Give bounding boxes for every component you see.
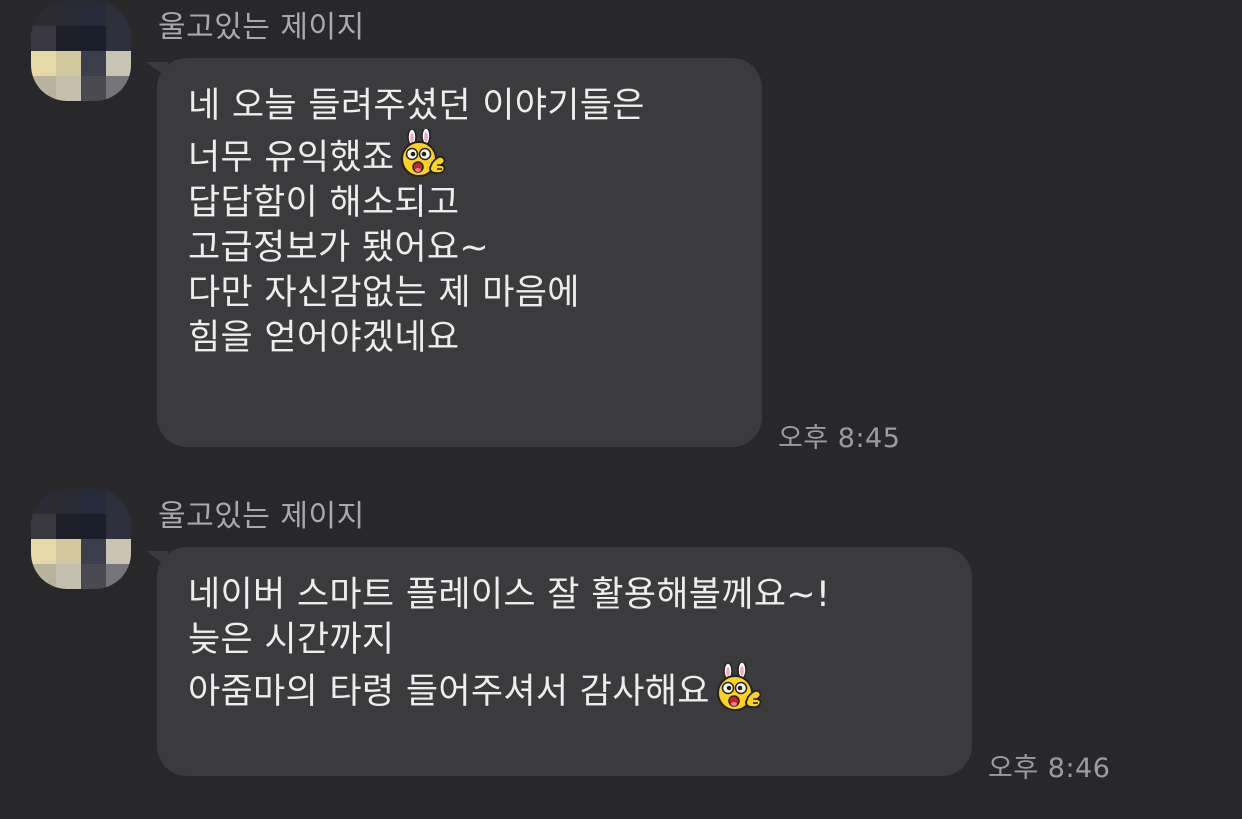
timestamp: 오후 8:46 [988,753,1111,784]
avatar[interactable] [31,489,131,589]
sender-name: 울고있는 제이지 [158,10,365,45]
message-group-1: 울고있는 제이지 네 오늘 들려주셨던 이야기들은 너무 유익했죠 답답함이 해… [0,0,1242,460]
message-group-2: 울고있는 제이지 네이버 스마트 플레이스 잘 활용해볼께요~! 늦은 시간까지… [0,488,1242,819]
message-line: 늦은 시간까지 [188,620,395,660]
thumbs-up-rabbit-emoticon [712,661,764,711]
thumbs-up-rabbit-emoticon [396,127,448,177]
message-line: 힘을 얻어야겠네요 [188,318,460,358]
message-line: 답답함이 해소되고 [188,183,460,223]
message-bubble[interactable]: 네이버 스마트 플레이스 잘 활용해볼께요~! 늦은 시간까지 아줌마의 타령 … [157,547,972,776]
sender-name: 울고있는 제이지 [158,499,365,534]
message-line: 고급정보가 됐어요~ [188,228,490,268]
message-line: 네이버 스마트 플레이스 잘 활용해볼께요~! [188,575,831,615]
message-bubble[interactable]: 네 오늘 들려주셨던 이야기들은 너무 유익했죠 답답함이 해소되고 고급정보가… [157,58,762,447]
message-line: 아줌마의 타령 들어주셔서 감사해요 [188,661,942,715]
message-line-text: 아줌마의 타령 들어주셔서 감사해요 [188,672,710,712]
chat-screen: { "messages": [ { "sender": "울고있는 제이지", … [0,0,1242,819]
message-line: 다만 자신감없는 제 마음에 [188,273,580,313]
message-line-text: 너무 유익했죠 [188,138,395,178]
timestamp: 오후 8:45 [778,423,901,454]
message-line: 너무 유익했죠 [188,127,732,181]
message-line: 네 오늘 들려주셨던 이야기들은 [188,86,645,126]
avatar[interactable] [31,1,131,101]
